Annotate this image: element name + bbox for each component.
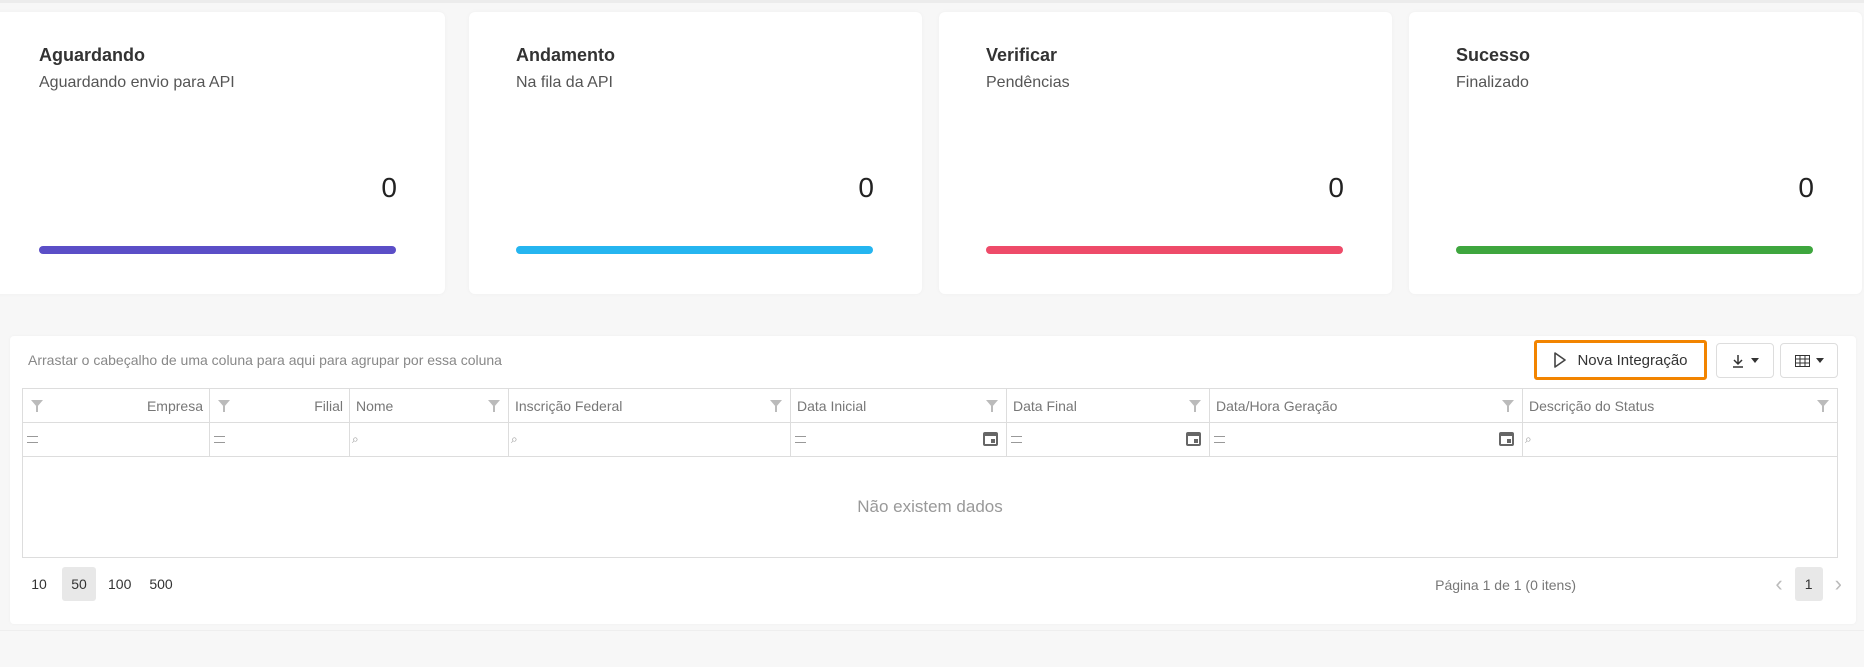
column-header-data-inicial[interactable]: Data Inicial [791,389,1007,422]
column-header-label: Data Final [1013,398,1077,414]
calendar-icon[interactable] [983,432,998,446]
column-header-label: Filial [314,398,343,414]
page-info: Página 1 de 1 (0 itens) [1435,577,1576,593]
search-icon[interactable]: ⌕ [511,432,518,447]
card-title: Sucesso [1456,45,1531,65]
group-panel-hint[interactable]: Arrastar o cabeçalho de uma coluna para … [28,352,502,368]
card-count: 0 [1328,172,1344,203]
chevron-down-icon [1815,358,1824,363]
card-sucesso: Sucesso Finalizado 0 [1409,12,1862,294]
data-grid: Empresa Filial Nome Inscrição Federal Da… [22,388,1838,558]
card-progress-bar [516,246,873,254]
page-size-10[interactable]: 10 [22,567,56,601]
filter-cell-inscricao-federal[interactable]: ⌕ [509,423,791,456]
card-progress-bar [986,246,1343,254]
filter-icon[interactable] [770,400,782,412]
search-icon[interactable]: ⌕ [1525,432,1532,447]
equals-icon[interactable] [1011,436,1022,443]
top-divider [0,0,1864,3]
column-header-label: Descrição do Status [1529,398,1655,414]
chevron-down-icon [1751,358,1759,363]
filter-cell-data-inicial[interactable] [791,423,1007,456]
card-progress-bar [1456,246,1813,254]
column-header-inscricao-federal[interactable]: Inscrição Federal [509,389,791,422]
filter-cell-nome[interactable]: ⌕ [350,423,509,456]
card-count: 0 [1798,172,1814,203]
page-size-50[interactable]: 50 [62,567,96,601]
chevron-left-icon[interactable]: ‹ [1775,571,1782,597]
pager-navigation: ‹ 1 › [1775,567,1842,601]
card-progress-bar [39,246,396,254]
column-header-nome[interactable]: Nome [350,389,509,422]
card-aguardando: Aguardando Aguardando envio para API 0 [0,12,445,294]
export-button[interactable] [1716,343,1774,378]
play-icon [1554,352,1567,368]
calendar-icon[interactable] [1186,432,1201,446]
equals-icon[interactable] [27,436,38,443]
column-header-label: Empresa [146,398,203,414]
nova-integracao-label: Nova Integração [1577,351,1688,369]
filter-cell-empresa[interactable] [23,423,210,456]
filter-icon[interactable] [31,400,43,412]
card-count: 0 [381,172,397,203]
column-header-data-hora-geracao[interactable]: Data/Hora Geração [1210,389,1523,422]
status-cards: Aguardando Aguardando envio para API 0 A… [0,12,1864,296]
filter-icon[interactable] [1817,400,1829,412]
filter-icon[interactable] [1502,400,1514,412]
column-header-descricao-status[interactable]: Descrição do Status [1523,389,1837,422]
calendar-icon[interactable] [1499,432,1514,446]
column-header-empresa[interactable]: Empresa [23,389,210,422]
column-header-label: Nome [356,398,394,414]
filter-icon[interactable] [1189,400,1201,412]
card-subtitle: Na fila da API [516,74,613,91]
equals-icon[interactable] [214,436,225,443]
card-subtitle: Finalizado [1456,74,1529,91]
card-count: 0 [858,172,874,203]
filter-icon[interactable] [218,400,230,412]
filter-cell-data-hora-geracao[interactable] [1210,423,1523,456]
filter-icon[interactable] [986,400,998,412]
header-row: Empresa Filial Nome Inscrição Federal Da… [23,389,1837,423]
equals-icon[interactable] [795,436,806,443]
data-grid-panel: Arrastar o cabeçalho de uma coluna para … [10,336,1856,624]
no-data-message: Não existem dados [857,497,1003,516]
chevron-right-icon[interactable]: › [1835,571,1842,597]
card-title: Aguardando [39,45,145,65]
download-icon [1733,354,1743,368]
column-header-data-final[interactable]: Data Final [1007,389,1210,422]
filter-cell-filial[interactable] [210,423,350,456]
page-size-100[interactable]: 100 [102,567,137,601]
page-number[interactable]: 1 [1794,567,1823,601]
equals-icon[interactable] [1214,436,1225,443]
filter-icon[interactable] [488,400,500,412]
bottom-divider [0,630,1864,631]
card-title: Andamento [516,45,615,65]
column-header-label: Data Inicial [797,398,867,414]
column-header-label: Data/Hora Geração [1216,398,1338,414]
card-verificar: Verificar Pendências 0 [939,12,1392,294]
card-andamento: Andamento Na fila da API 0 [469,12,922,294]
column-chooser-button[interactable] [1780,343,1838,378]
filter-cell-descricao-status[interactable]: ⌕ [1523,423,1837,456]
filter-row: ⌕ ⌕ ⌕ [23,423,1837,457]
filter-cell-data-final[interactable] [1007,423,1210,456]
nova-integracao-button[interactable]: Nova Integração [1534,340,1707,380]
page-size-500[interactable]: 500 [143,567,178,601]
page-size-selector: 10 50 100 500 [22,567,179,601]
card-subtitle: Pendências [986,74,1070,91]
table-icon [1794,354,1810,367]
search-icon[interactable]: ⌕ [352,432,359,447]
card-subtitle: Aguardando envio para API [39,74,235,91]
column-header-label: Inscrição Federal [515,398,623,414]
column-header-filial[interactable]: Filial [210,389,350,422]
card-title: Verificar [986,45,1058,65]
